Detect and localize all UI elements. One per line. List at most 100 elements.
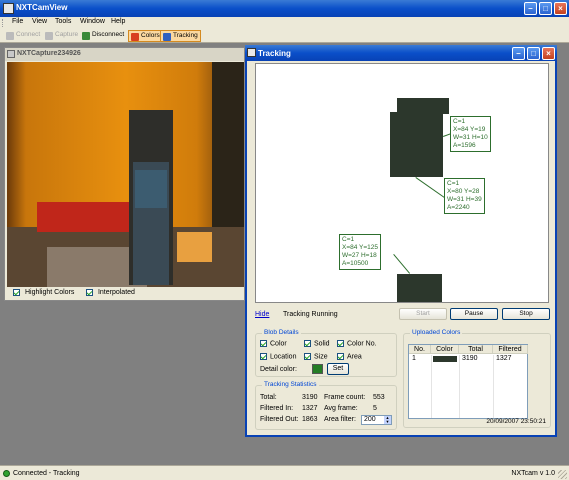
maximize-button[interactable]: □ [539,2,552,15]
stop-button[interactable]: Stop [502,308,550,320]
upload-timestamp: 20/09/2007 23:50:21 [486,418,546,425]
menu-grip [2,19,5,27]
location-option[interactable]: Location [260,353,296,360]
area-option[interactable]: Area [337,353,362,360]
hide-link[interactable]: Hide [255,311,269,318]
avg-frame-value: 5 [373,405,377,412]
column-divider [459,355,460,418]
menu-window[interactable]: Window [80,18,105,25]
menu-view[interactable]: View [32,18,47,25]
column-divider [431,355,432,418]
capture-window: NXTCapture234926 Highlight Colors Interp… [4,47,245,301]
tracking-minimize-button[interactable]: – [512,47,525,60]
filtered-in-value: 1327 [302,405,318,412]
row-no: 1 [412,355,416,362]
interpolated-check[interactable] [86,289,93,296]
resize-grip-icon[interactable] [558,470,567,479]
tracking-title-bar: Tracking – □ × [245,45,557,61]
app-icon [3,3,14,14]
color-no-option[interactable]: Color No. [337,340,377,347]
set-color-button[interactable]: Set [327,363,349,375]
size-checkbox[interactable] [304,353,311,360]
toolbar: Connect Capture Disconnect Colors Tracki… [0,29,569,43]
location-checkbox[interactable] [260,353,267,360]
highlight-colors-checkbox[interactable]: Highlight Colors [13,289,74,299]
interpolated-checkbox[interactable]: Interpolated [86,289,135,299]
column-divider [493,355,494,418]
close-button[interactable]: × [554,2,567,15]
tracking-close-button[interactable]: × [542,47,555,60]
area-filter-label: Area filter: [324,416,356,423]
menu-bar: File View Tools Window Help [0,17,569,29]
app-title: NXTCamView [16,3,68,12]
detail-color-label: Detail color: [260,366,297,373]
connection-status: Connected - Tracking [13,470,80,477]
camera-icon [45,32,53,40]
uploaded-colors-group: Uploaded Colors No. Color Total Filtered… [403,329,551,428]
capture-button[interactable]: Capture [43,30,80,42]
blob-label: C=1 X=80 Y=28 W=31 H=39 A=2240 [444,178,485,214]
row-filtered: 1327 [496,355,512,362]
capture-title-bar: NXTCapture234926 [5,48,244,61]
column-header-filtered[interactable]: Filtered [493,345,528,354]
connection-status-icon [3,470,10,477]
frame-count-value: 553 [373,394,385,401]
colors-button[interactable]: Colors [128,30,163,42]
blob-details-title: Blob Details [262,329,301,336]
tracking-window-icon [247,48,256,57]
capture-window-icon [7,50,15,58]
menu-help[interactable]: Help [111,18,125,25]
capture-title: NXTCapture234926 [17,50,81,57]
start-button[interactable]: Start [399,308,447,320]
filtered-in-label: Filtered In: [260,405,294,412]
filtered-out-label: Filtered Out: [260,416,299,423]
camera-image-graphic [7,62,244,287]
tracking-statistics-title: Tracking Statistics [262,381,319,388]
version-label: NXTcam v 1.0 [511,470,555,477]
connect-icon [6,32,14,40]
disconnect-button[interactable]: Disconnect [80,30,126,42]
tracking-status-text: Tracking Running [283,311,338,318]
blob-label: C=1 X=84 Y=19 W=31 H=10 A=1596 [450,116,491,152]
menu-file[interactable]: File [12,18,23,25]
detail-color-swatch [312,364,323,374]
total-value: 3190 [302,394,318,401]
color-checkbox[interactable] [260,340,267,347]
column-header-total[interactable]: Total [459,345,493,354]
column-header-color[interactable]: Color [431,345,459,354]
area-filter-spinner[interactable]: 200 ▲ ▼ [361,415,392,425]
blob-leader-line [393,254,411,274]
minimize-button[interactable]: – [524,2,537,15]
blob-label: C=1 X=84 Y=125 W=27 H=18 A=10500 [339,234,382,270]
color-option[interactable]: Color [260,340,287,347]
area-checkbox[interactable] [337,353,344,360]
solid-option[interactable]: Solid [304,340,330,347]
uploaded-colors-title: Uploaded Colors [410,329,463,336]
tracking-maximize-button[interactable]: □ [527,47,540,60]
app-title-bar: NXTCamView – □ × [0,0,569,17]
uploaded-colors-table: No. Color Total Filtered 1 3190 1327 [408,344,528,419]
color-no-checkbox[interactable] [337,340,344,347]
blob-rect [397,274,442,302]
size-option[interactable]: Size [304,353,328,360]
highlight-colors-check[interactable] [13,289,20,296]
tracking-button[interactable]: Tracking [160,30,201,42]
row-total: 3190 [462,355,478,362]
pause-button[interactable]: Pause [450,308,498,320]
total-label: Total: [260,394,277,401]
tracking-canvas: C=1 X=84 Y=19 W=31 H=10 A=1596 C=1 X=80 … [255,63,549,303]
avg-frame-label: Avg frame: [324,405,358,412]
disconnect-icon [82,32,90,40]
solid-checkbox[interactable] [304,340,311,347]
menu-tools[interactable]: Tools [55,18,71,25]
blob-details-group: Blob Details Color Solid Color No. Locat… [255,329,397,377]
tracking-title: Tracking [258,49,291,58]
camera-image [7,62,244,287]
connect-button[interactable]: Connect [4,30,42,42]
spinner-arrows-icon[interactable]: ▲ ▼ [384,416,391,424]
colors-icon [131,33,139,41]
tracking-icon [163,33,171,41]
frame-count-label: Frame count: [324,394,366,401]
column-header-no[interactable]: No. [409,345,431,354]
tracking-statistics-group: Tracking Statistics Total: 3190 Frame co… [255,381,397,430]
